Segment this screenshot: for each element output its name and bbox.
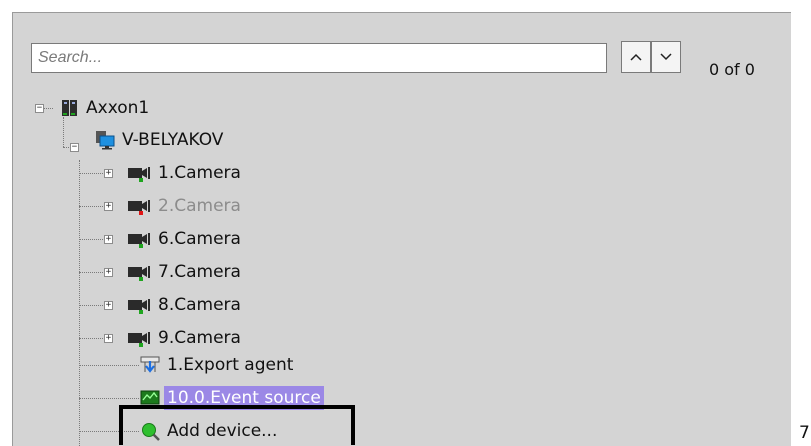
- camera-icon: [128, 266, 150, 281]
- tree-node-label: Axxon1: [86, 98, 150, 118]
- tree-node-camera[interactable]: 9.Camera: [127, 323, 244, 353]
- tree-line: [79, 272, 107, 273]
- tree-node-label: 6.Camera: [158, 229, 241, 249]
- camera-icon: [128, 200, 150, 215]
- camera-icon: [128, 332, 150, 347]
- expand-toggle[interactable]: +: [104, 169, 113, 178]
- tree-node-label: 9.Camera: [158, 328, 241, 348]
- tree-node-server[interactable]: V-BELYAKOV: [95, 125, 226, 155]
- tree-node-camera[interactable]: 6.Camera: [127, 224, 244, 254]
- collapse-toggle[interactable]: −: [70, 143, 79, 152]
- tree-node-camera[interactable]: 2.Camera: [127, 191, 244, 221]
- highlight-frame: [119, 405, 355, 445]
- server-icon: [62, 100, 77, 116]
- expand-toggle[interactable]: +: [104, 301, 113, 310]
- tree-node-camera[interactable]: 1.Camera: [127, 158, 244, 188]
- tree-node-label: 8.Camera: [158, 295, 241, 315]
- device-tree-panel: 0 of 0 − Axxon1 − V-BELYAKOV +1.Came: [12, 12, 791, 446]
- camera-icon: [128, 299, 150, 314]
- tree-line: [79, 173, 107, 174]
- tree-node-export-agent[interactable]: 1.Export agent: [140, 350, 296, 380]
- tree-node-label: 1.Camera: [158, 163, 241, 183]
- tree-line: [43, 108, 53, 109]
- expand-toggle[interactable]: +: [104, 235, 113, 244]
- tree-node-label: V-BELYAKOV: [122, 130, 224, 150]
- expand-toggle[interactable]: +: [104, 202, 113, 211]
- tree-node-camera[interactable]: 8.Camera: [127, 290, 244, 320]
- tree-node-label: 2.Camera: [158, 196, 241, 216]
- camera-icon: [128, 233, 150, 248]
- tree-node-root[interactable]: Axxon1: [59, 93, 152, 123]
- camera-icon: [128, 167, 150, 182]
- tree-line: [79, 365, 139, 366]
- expand-toggle[interactable]: +: [104, 334, 113, 343]
- edge-text: 7: [799, 423, 810, 443]
- tree-node-camera[interactable]: 7.Camera: [127, 257, 244, 287]
- tree-line: [79, 206, 107, 207]
- device-tree: − Axxon1 − V-BELYAKOV +1.Camera +2.Camera…: [13, 13, 791, 446]
- computer-icon: [96, 131, 115, 150]
- tree-node-label: 1.Export agent: [167, 355, 294, 375]
- tree-line: [79, 398, 139, 399]
- tree-line: [79, 160, 80, 446]
- tree-node-label: 7.Camera: [158, 262, 241, 282]
- tree-line: [79, 338, 107, 339]
- expand-toggle[interactable]: +: [104, 268, 113, 277]
- tree-line: [79, 239, 107, 240]
- collapse-toggle[interactable]: −: [35, 104, 44, 113]
- export-agent-icon: [140, 356, 160, 373]
- tree-line: [79, 305, 107, 306]
